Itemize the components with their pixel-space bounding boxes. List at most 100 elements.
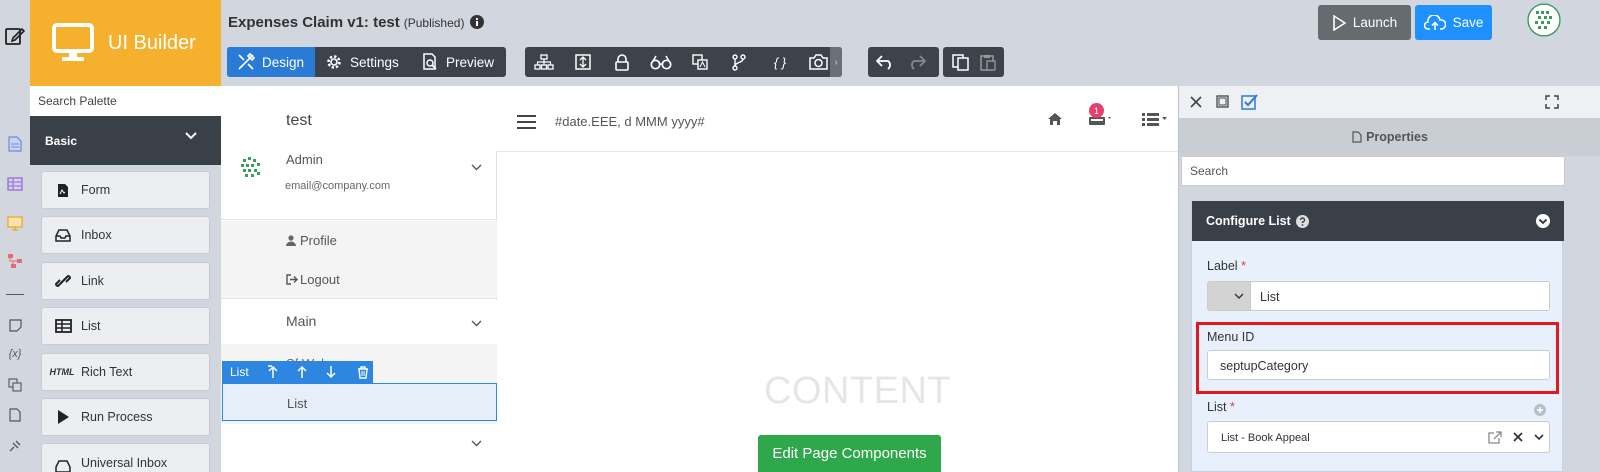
menu-category-label: Main xyxy=(286,313,317,329)
selected-element-toolbar: List xyxy=(222,361,373,383)
properties-header: Properties xyxy=(1179,118,1600,156)
tools-bar: { } › xyxy=(525,47,842,77)
menu-category-main[interactable]: Main xyxy=(221,300,497,344)
sitemap-icon[interactable] xyxy=(533,52,555,72)
menu-item-logout[interactable]: Logout xyxy=(286,272,340,287)
chevron-down-icon xyxy=(471,440,482,447)
document-icon[interactable] xyxy=(5,134,25,154)
monitor-icon xyxy=(52,23,94,63)
history-bar xyxy=(868,47,939,77)
lock-icon[interactable] xyxy=(611,52,633,72)
translate-icon[interactable] xyxy=(5,375,25,395)
list-field-label: List * xyxy=(1207,400,1235,414)
workflow-icon[interactable] xyxy=(5,251,25,271)
save-button[interactable]: Save xyxy=(1415,5,1492,40)
copy-icon[interactable] xyxy=(949,52,971,72)
avatar xyxy=(235,152,267,184)
tab-design[interactable]: Design xyxy=(227,47,315,77)
menu-item-label: Profile xyxy=(300,233,337,248)
palette-search-input[interactable] xyxy=(30,86,221,116)
launch-button[interactable]: Launch xyxy=(1318,5,1411,40)
content-placeholder: CONTENT xyxy=(764,370,952,412)
user-email: email@company.com xyxy=(285,180,391,192)
tab-preview[interactable]: Preview xyxy=(411,47,506,77)
tab-settings[interactable]: Settings xyxy=(315,47,411,77)
field-label-text: List xyxy=(1207,400,1227,414)
palette-item-rich-text[interactable]: HTML Rich Text xyxy=(41,353,210,391)
undo-icon[interactable] xyxy=(874,52,896,72)
monitor-icon[interactable] xyxy=(5,213,25,233)
chevron-down-icon xyxy=(471,164,482,171)
code-braces-icon[interactable]: { } xyxy=(767,52,793,72)
variable-icon[interactable]: {x} xyxy=(5,344,25,364)
palette-item-inbox[interactable]: Inbox xyxy=(41,216,210,254)
arrow-down-icon[interactable] xyxy=(325,365,337,379)
menu-id-field-label: Menu ID xyxy=(1207,330,1255,344)
component-palette: Basic Form Inbox Link List HTML Rich Tex… xyxy=(30,86,221,472)
chevron-down-icon[interactable] xyxy=(1534,434,1544,441)
menu-item-label: Logout xyxy=(300,272,340,287)
palette-category-basic[interactable]: Basic xyxy=(30,116,221,165)
mode-tabs: Design Settings Preview xyxy=(227,47,506,77)
palette-category-label: Basic xyxy=(45,133,78,148)
menu-id-value: septupCategory xyxy=(1220,359,1309,373)
palette-item-form[interactable]: Form xyxy=(41,171,210,209)
chevron-right-icon[interactable]: › xyxy=(830,47,842,77)
palette-item-universal-inbox[interactable]: Universal Inbox xyxy=(41,443,210,472)
close-icon[interactable] xyxy=(1190,96,1202,108)
menu-item-label: List xyxy=(287,396,308,411)
arrow-up-icon[interactable] xyxy=(296,365,308,379)
menu-id-input[interactable]: septupCategory xyxy=(1207,350,1550,380)
translate-icon[interactable] xyxy=(689,52,711,72)
list-menu-icon[interactable] xyxy=(1142,112,1168,126)
inbox-icon xyxy=(53,456,73,472)
binoculars-icon[interactable] xyxy=(650,52,672,72)
properties-search-input[interactable] xyxy=(1181,156,1565,186)
table-icon[interactable] xyxy=(5,174,25,194)
avatar[interactable] xyxy=(1527,3,1561,37)
label-input[interactable]: List xyxy=(1207,281,1550,311)
menu-item-list-selected[interactable]: List xyxy=(222,383,497,421)
layout-icon[interactable] xyxy=(572,52,594,72)
home-icon[interactable] xyxy=(1047,112,1063,126)
user-icon xyxy=(286,235,296,246)
label-icon-select[interactable] xyxy=(1208,282,1251,310)
user-name: Admin xyxy=(286,152,323,167)
redo-icon[interactable] xyxy=(906,52,928,72)
required-marker: * xyxy=(1241,259,1246,273)
selected-element-label: List xyxy=(230,365,249,379)
fullscreen-icon[interactable] xyxy=(1545,95,1559,109)
window-icon[interactable] xyxy=(1216,95,1229,108)
menu-item-profile[interactable]: Profile xyxy=(286,233,337,248)
chevron-down-circle-icon[interactable] xyxy=(1536,214,1550,228)
app-name: test xyxy=(286,112,312,129)
edit-page-components-button[interactable]: Edit Page Components xyxy=(758,435,941,472)
file-icon[interactable] xyxy=(5,405,25,425)
checkbox-checked-icon[interactable] xyxy=(1241,93,1259,111)
palette-item-label: Rich Text xyxy=(81,365,133,379)
user-profile-box[interactable]: Admin email@company.com xyxy=(221,149,497,220)
hamburger-menu-icon[interactable] xyxy=(517,115,536,129)
palette-item-run-process[interactable]: Run Process xyxy=(41,398,210,436)
add-circle-icon[interactable] xyxy=(1534,404,1546,416)
info-icon[interactable] xyxy=(470,15,485,29)
label-value: List xyxy=(1260,290,1280,304)
sidebar-collapse-row[interactable] xyxy=(221,424,497,472)
external-link-icon[interactable] xyxy=(1488,431,1502,444)
note-icon[interactable] xyxy=(5,315,25,335)
clear-icon[interactable] xyxy=(1513,432,1523,442)
camera-icon[interactable] xyxy=(807,52,829,72)
select-parent-icon[interactable] xyxy=(267,365,279,379)
plugin-icon[interactable] xyxy=(5,436,25,456)
properties-panel: Properties Configure List Label * List M… xyxy=(1178,86,1600,472)
paste-icon[interactable] xyxy=(977,52,999,72)
branch-icon[interactable] xyxy=(728,52,750,72)
list-select[interactable]: List - Book Appeal xyxy=(1207,421,1550,453)
trash-icon[interactable] xyxy=(357,365,369,379)
palette-item-link[interactable]: Link xyxy=(41,262,210,300)
configure-list-header[interactable]: Configure List xyxy=(1192,201,1564,241)
properties-title: Properties xyxy=(1366,130,1428,144)
palette-item-list[interactable]: List xyxy=(41,307,210,345)
edit-icon[interactable] xyxy=(3,24,27,48)
help-icon[interactable] xyxy=(1295,214,1309,228)
